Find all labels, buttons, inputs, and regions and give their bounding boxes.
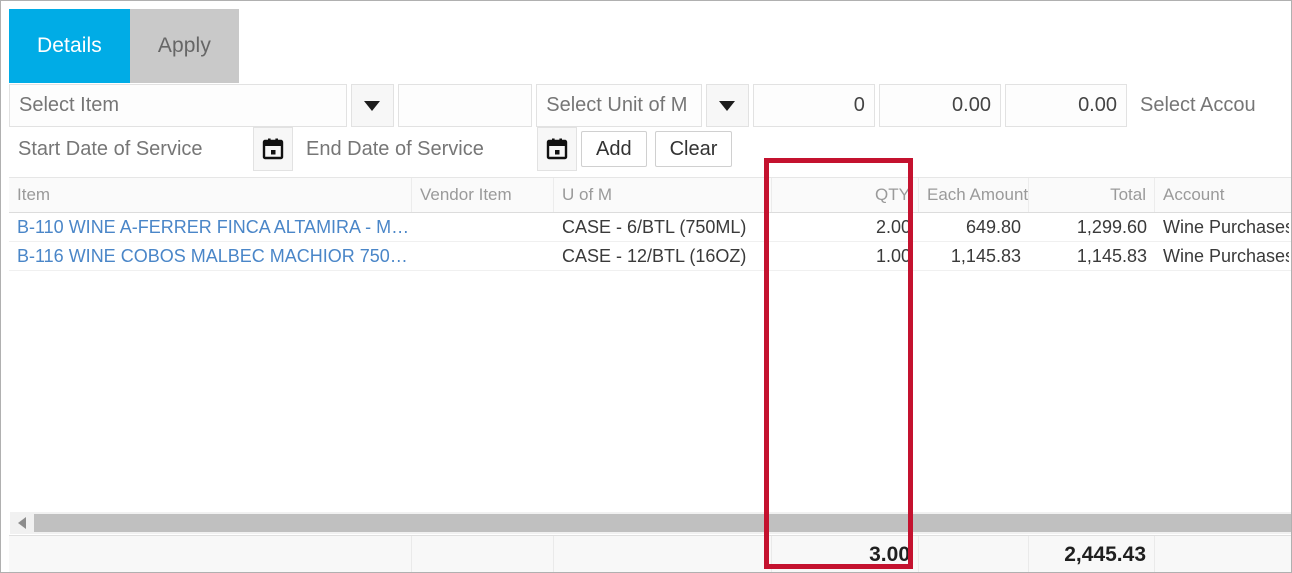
calendar-icon xyxy=(546,138,568,160)
column-header-qty[interactable]: QTY xyxy=(772,178,919,212)
cell-uom: CASE - 12/BTL (16OZ) xyxy=(562,245,747,266)
select-item-input[interactable]: Select Item xyxy=(9,84,347,127)
column-header-total[interactable]: Total xyxy=(1029,178,1155,212)
vendor-item-input[interactable] xyxy=(397,84,533,127)
tab-bar: Details Apply xyxy=(9,9,239,83)
column-header-each-amount[interactable]: Each Amount xyxy=(919,178,1029,212)
select-uom-input[interactable]: Select Unit of M xyxy=(536,84,703,127)
entry-toolbar-row-2: Start Date of Service End Date of Servic… xyxy=(9,127,1291,171)
cell-each-amount: 1,145.83 xyxy=(950,245,1021,266)
cell-qty: 2.00 xyxy=(875,216,911,237)
add-button[interactable]: Add xyxy=(581,131,647,167)
footer-cell-qty-total: 3.00 xyxy=(772,536,919,572)
column-header-account[interactable]: Account xyxy=(1155,178,1289,212)
cell-each-amount: 649.80 xyxy=(965,216,1021,237)
cell-item[interactable]: B-110 WINE A-FERRER FINCA ALTAMIRA - M… xyxy=(9,213,412,241)
footer-cell-uom xyxy=(554,536,772,572)
footer-cell-item xyxy=(9,536,412,572)
footer-cell-vendor-item xyxy=(412,536,554,572)
end-date-calendar-button[interactable] xyxy=(537,127,577,171)
scrollbar-thumb[interactable] xyxy=(34,514,1291,532)
footer-cell-account xyxy=(1155,536,1289,572)
end-date-input[interactable]: End Date of Service xyxy=(297,127,533,171)
cell-account: Wine Purchases xyxy=(1163,216,1289,237)
horizontal-scrollbar[interactable] xyxy=(10,512,1291,534)
qty-input[interactable]: 0 xyxy=(752,84,875,127)
footer-cell-each-amount xyxy=(919,536,1029,572)
each-amount-input[interactable]: 0.00 xyxy=(878,84,1001,127)
scroll-left-button[interactable] xyxy=(10,512,34,534)
select-uom-dropdown-button[interactable] xyxy=(706,84,749,127)
cell-qty: 1.00 xyxy=(875,245,911,266)
grid-header-row: Item Vendor Item U of M QTY Each Amount … xyxy=(9,177,1291,213)
calendar-icon xyxy=(262,138,284,160)
select-account-input[interactable]: Select Accou xyxy=(1131,84,1287,127)
table-row[interactable]: B-116 WINE COBOS MALBEC MACHIOR 750… CAS… xyxy=(9,242,1291,271)
cell-account: Wine Purchases xyxy=(1163,245,1289,266)
column-header-uom[interactable]: U of M xyxy=(554,178,772,212)
tab-apply[interactable]: Apply xyxy=(129,9,239,83)
select-item-dropdown-button[interactable] xyxy=(350,84,394,127)
cell-total: 1,145.83 xyxy=(1076,245,1147,266)
grid-footer-totals: 3.00 2,445.43 xyxy=(9,535,1291,572)
total-input[interactable]: 0.00 xyxy=(1004,84,1127,127)
tab-details[interactable]: Details xyxy=(9,9,130,83)
cell-total: 1,299.60 xyxy=(1076,216,1147,237)
chevron-down-icon xyxy=(719,100,736,111)
clear-button[interactable]: Clear xyxy=(654,131,733,167)
triangle-left-icon xyxy=(18,517,26,529)
cell-vendor-item xyxy=(412,213,554,241)
line-item-entry-panel: Details Apply Select Item Select Unit of… xyxy=(0,0,1292,573)
entry-toolbar-row-1: Select Item Select Unit of M 0 0.00 0.00… xyxy=(9,84,1291,127)
column-header-vendor-item[interactable]: Vendor Item xyxy=(412,178,554,212)
cell-item[interactable]: B-116 WINE COBOS MALBEC MACHIOR 750… xyxy=(9,242,412,270)
table-row[interactable]: B-110 WINE A-FERRER FINCA ALTAMIRA - M… … xyxy=(9,213,1291,242)
cell-vendor-item xyxy=(412,242,554,270)
start-date-input[interactable]: Start Date of Service xyxy=(9,127,249,171)
line-items-grid: Item Vendor Item U of M QTY Each Amount … xyxy=(9,177,1291,509)
footer-cell-total: 2,445.43 xyxy=(1029,536,1155,572)
cell-uom: CASE - 6/BTL (750ML) xyxy=(562,216,747,237)
chevron-down-icon xyxy=(364,100,381,111)
start-date-calendar-button[interactable] xyxy=(253,127,293,171)
column-header-item[interactable]: Item xyxy=(9,178,412,212)
